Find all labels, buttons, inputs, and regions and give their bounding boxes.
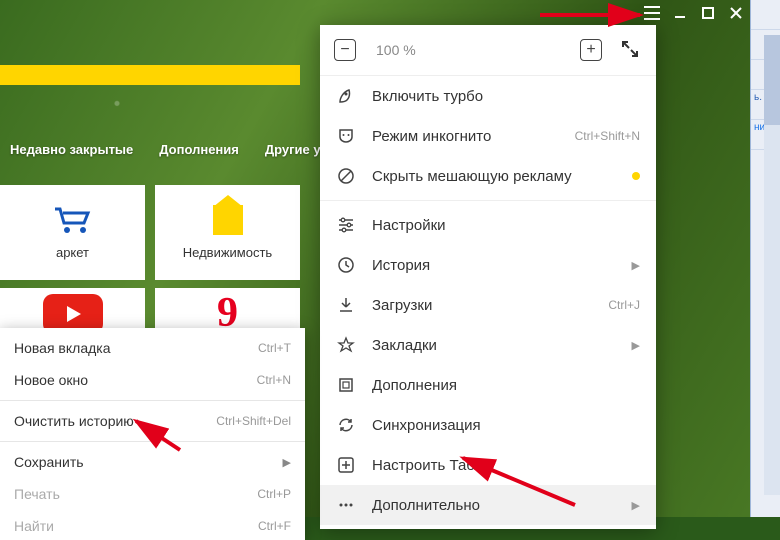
sidebar-fragment: ь. ние [750, 0, 780, 517]
puzzle-icon [336, 375, 356, 395]
menu-label: Закладки [372, 337, 616, 354]
chevron-right-icon: ▶ [283, 456, 291, 469]
hamburger-menu-icon[interactable] [642, 3, 662, 23]
tab-addons[interactable]: Дополнения [159, 142, 239, 157]
ctx-print[interactable]: Печать Ctrl+P [0, 478, 305, 510]
sidebar-slot [751, 0, 780, 30]
tile-label: Недвижимость [183, 245, 272, 260]
menu-label: Скрыть мешающую рекламу [372, 168, 616, 185]
menu-hide-ads[interactable]: Скрыть мешающую рекламу [320, 156, 656, 196]
ctx-shortcut: Ctrl+F [258, 519, 291, 533]
sliders-icon [336, 215, 356, 235]
search-bar-fragment [0, 65, 300, 85]
zoom-in-button[interactable]: + [580, 39, 602, 61]
menu-history[interactable]: История ▶ [320, 245, 656, 285]
menu-tablo[interactable]: Настроить Табло [320, 445, 656, 485]
menu-label: Включить турбо [372, 88, 640, 105]
plus-box-icon [336, 455, 356, 475]
ctx-shortcut: Ctrl+N [257, 373, 291, 387]
menu-turbo[interactable]: Включить турбо [320, 76, 656, 116]
menu-downloads[interactable]: Загрузки Ctrl+J [320, 285, 656, 325]
ctx-separator [0, 400, 305, 401]
house-icon [213, 205, 243, 235]
tile-market[interactable]: аркет [0, 185, 145, 280]
ctx-separator [0, 441, 305, 442]
block-icon [336, 166, 356, 186]
download-icon [336, 295, 356, 315]
ctx-label: Новое окно [14, 372, 243, 388]
zoom-controls: − 100 % + [320, 25, 656, 76]
menu-label: Дополнения [372, 377, 640, 394]
zoom-out-button[interactable]: − [334, 39, 356, 61]
menu-label: Загрузки [372, 297, 592, 314]
ctx-label: Сохранить [14, 454, 269, 470]
chevron-right-icon: ▶ [632, 339, 640, 352]
ctx-shortcut: Ctrl+T [258, 341, 291, 355]
ctx-label: Найти [14, 518, 244, 534]
cart-icon [53, 205, 93, 235]
tab-recently-closed[interactable]: Недавно закрытые [10, 142, 133, 157]
ctx-clear-history[interactable]: Очистить историю Ctrl+Shift+Del [0, 405, 305, 437]
menu-label: Настроить Табло [372, 457, 640, 474]
tableau-tabs: Недавно закрытые Дополнения Другие устро [0, 142, 350, 157]
ctx-new-window[interactable]: Новое окно Ctrl+N [0, 364, 305, 396]
menu-shortcut: Ctrl+J [608, 298, 640, 312]
menu-label: Синхронизация [372, 417, 640, 434]
menu-addons[interactable]: Дополнения [320, 365, 656, 405]
minimize-button[interactable] [670, 3, 690, 23]
tile-label: аркет [56, 245, 89, 260]
ctx-label: Новая вкладка [14, 340, 244, 356]
sync-icon [336, 415, 356, 435]
more-submenu: Новая вкладка Ctrl+T Новое окно Ctrl+N О… [0, 328, 305, 540]
menu-settings[interactable]: Настройки [320, 205, 656, 245]
menu-shortcut: Ctrl+Shift+N [575, 129, 640, 143]
zoom-level: 100 % [376, 42, 560, 58]
menu-separator [320, 200, 656, 201]
menu-more[interactable]: Дополнительно ▶ [320, 485, 656, 525]
ctx-save[interactable]: Сохранить ▶ [0, 446, 305, 478]
tableau-tiles: аркет Недвижимость [0, 185, 300, 280]
scrollbar-thumb[interactable] [764, 35, 780, 125]
menu-label: Дополнительно [372, 497, 616, 514]
ctx-find[interactable]: Найти Ctrl+F [0, 510, 305, 536]
menu-label: Режим инкогнито [372, 128, 559, 145]
close-button[interactable] [726, 3, 746, 23]
menu-incognito[interactable]: Режим инкогнито Ctrl+Shift+N [320, 116, 656, 156]
menu-label: История [372, 257, 616, 274]
indicator-dot [632, 172, 640, 180]
star-icon [336, 335, 356, 355]
dots-icon [336, 495, 356, 515]
window-controls [642, 0, 750, 26]
clock-icon [336, 255, 356, 275]
rocket-icon [336, 86, 356, 106]
ctx-label: Печать [14, 486, 243, 502]
menu-label: Настройки [372, 217, 640, 234]
ctx-shortcut: Ctrl+P [257, 487, 291, 501]
ctx-new-tab[interactable]: Новая вкладка Ctrl+T [0, 332, 305, 364]
ctx-shortcut: Ctrl+Shift+Del [216, 414, 291, 428]
chevron-right-icon: ▶ [632, 499, 640, 512]
mask-icon [336, 126, 356, 146]
chevron-right-icon: ▶ [632, 259, 640, 272]
tile-realty[interactable]: Недвижимость [155, 185, 300, 280]
maximize-button[interactable] [698, 3, 718, 23]
menu-sync[interactable]: Синхронизация [320, 405, 656, 445]
ctx-label: Очистить историю [14, 413, 202, 429]
browser-main-menu: − 100 % + Включить турбо Режим инкогнито… [320, 25, 656, 529]
fullscreen-icon[interactable] [622, 41, 638, 60]
menu-bookmarks[interactable]: Закладки ▶ [320, 325, 656, 365]
